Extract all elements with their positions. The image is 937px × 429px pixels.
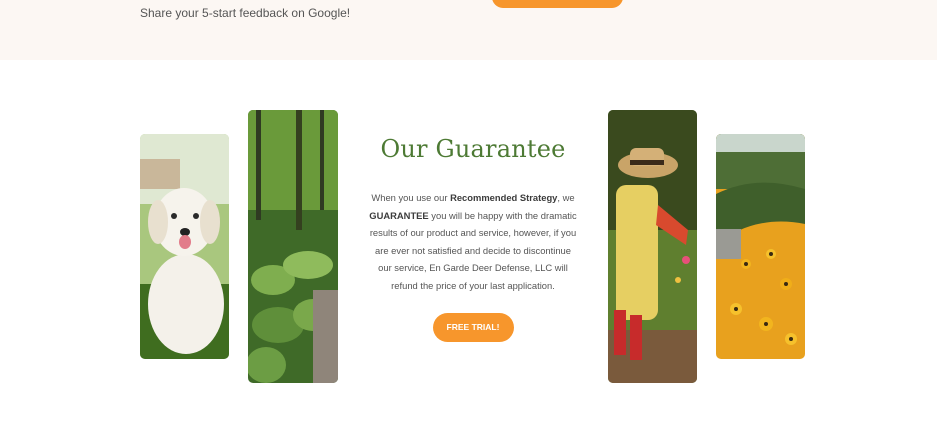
guarantee-text-part-2: , we [557, 192, 575, 203]
hosta-photo [248, 110, 338, 383]
guarantee-strong: GUARANTEE [369, 209, 429, 221]
guarantee-text-part-1: When you use our [371, 192, 451, 203]
black-eyed-susans-photo [716, 134, 805, 359]
review-button[interactable] [492, 0, 623, 8]
dog-photo [140, 134, 229, 359]
guarantee-text-part-3: you will be happy with the dramatic resu… [369, 209, 577, 291]
free-trial-button[interactable]: FREE TRIAL! [432, 312, 514, 342]
recommended-strategy-strong: Recommended Strategy [450, 192, 558, 203]
google-feedback-text: Share your 5-start feedback on Google! [140, 6, 351, 20]
guarantee-title: Our Guarantee [380, 135, 566, 163]
guarantee-text: When you use our Recommended Strategy, w… [368, 189, 578, 295]
girl-watering-photo [608, 110, 697, 383]
top-band: Share your 5-start feedback on Google! [0, 0, 937, 60]
guarantee-section: Our Guarantee When you use our Recommend… [368, 135, 578, 342]
